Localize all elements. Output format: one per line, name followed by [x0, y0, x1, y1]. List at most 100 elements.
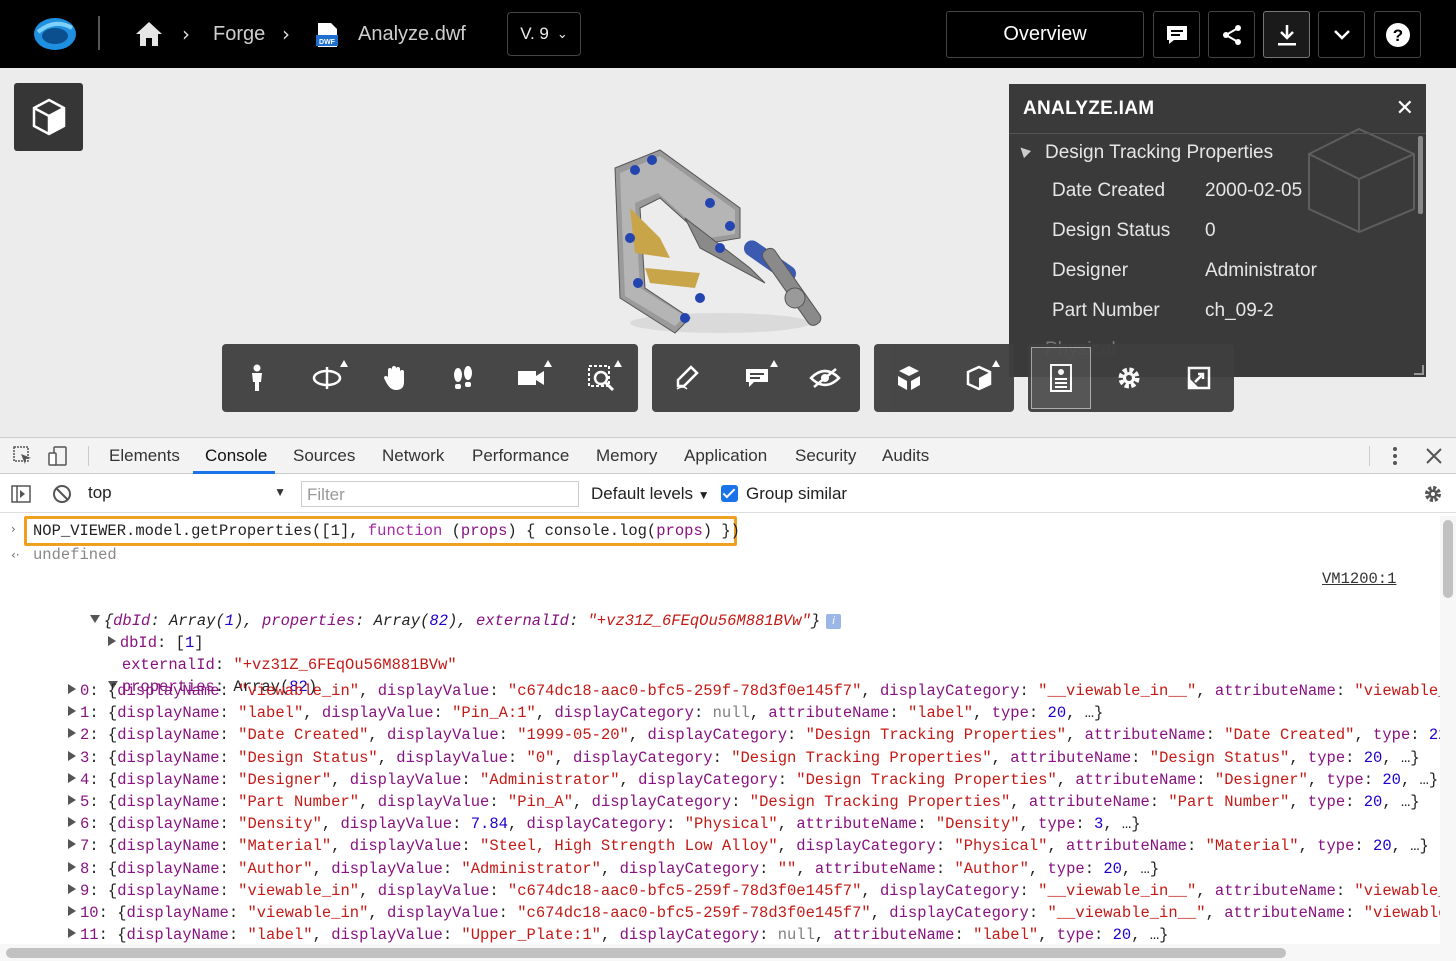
device-toolbar-icon[interactable]: [48, 446, 68, 466]
property-item-row[interactable]: 10: {displayName: "viewable_in", display…: [68, 904, 1440, 922]
property-category[interactable]: Design Tracking Properties: [1009, 140, 1426, 170]
expand-triangle-icon[interactable]: [68, 906, 76, 916]
property-item-row[interactable]: 6: {displayName: "Density", displayValue…: [68, 815, 1141, 833]
tab-application[interactable]: Application: [684, 446, 767, 466]
more-options-button[interactable]: [1318, 11, 1365, 58]
console-horizontal-scrollbar[interactable]: [0, 944, 1456, 961]
tab-sources[interactable]: Sources: [293, 446, 355, 466]
property-item-row[interactable]: 0: {displayName: "viewable_in", displayV…: [68, 682, 1440, 700]
explode-button[interactable]: [876, 344, 942, 412]
pan-button[interactable]: [362, 344, 428, 412]
tab-elements[interactable]: Elements: [109, 446, 180, 466]
sidebar-toggle-icon[interactable]: [11, 484, 31, 504]
help-button[interactable]: ?: [1374, 11, 1421, 58]
properties-panel[interactable]: ANALYZE.IAM ✕ Design Tracking Properties…: [1009, 84, 1426, 377]
expand-triangle-icon[interactable]: [68, 728, 76, 739]
markup-button[interactable]: [654, 344, 720, 412]
property-item-row[interactable]: 3: {displayName: "Design Status", displa…: [68, 749, 1420, 767]
close-icon[interactable]: [1424, 446, 1444, 466]
overview-button[interactable]: Overview: [946, 11, 1144, 58]
expand-triangle-icon[interactable]: [68, 883, 76, 894]
expand-triangle-icon[interactable]: [68, 706, 76, 717]
autodesk-logo-icon[interactable]: [32, 14, 78, 54]
expand-triangle-icon[interactable]: [68, 772, 76, 783]
context-selector[interactable]: top ▼: [88, 483, 286, 505]
property-name: Part Number: [1052, 300, 1160, 321]
scrollbar-thumb[interactable]: [6, 948, 1286, 958]
tab-console[interactable]: Console: [205, 446, 267, 466]
tab-audits[interactable]: Audits: [882, 446, 929, 466]
visibility-button[interactable]: [792, 344, 858, 412]
clear-console-icon[interactable]: [52, 484, 72, 504]
property-item-row[interactable]: 5: {displayName: "Part Number", displayV…: [68, 793, 1420, 811]
item-value: : {displayName: "viewable_in", displayVa…: [89, 682, 1440, 700]
property-item-row[interactable]: 4: {displayName: "Designer", displayValu…: [68, 771, 1438, 789]
comment-button[interactable]: [724, 344, 790, 412]
console-vertical-scrollbar[interactable]: [1440, 516, 1456, 944]
result-arrow-icon: ‹·: [11, 548, 20, 562]
property-item-row[interactable]: 2: {displayName: "Date Created", display…: [68, 726, 1440, 744]
group-similar-checkbox[interactable]: [721, 485, 738, 502]
comments-button[interactable]: [1153, 11, 1200, 58]
expand-triangle-icon[interactable]: [68, 684, 76, 694]
tab-performance[interactable]: Performance: [472, 446, 569, 466]
info-icon[interactable]: i: [826, 614, 842, 629]
property-row[interactable]: Designer Administrator: [1009, 260, 1426, 290]
expand-triangle-icon[interactable]: [68, 861, 76, 872]
expand-triangle-icon[interactable]: [68, 928, 76, 939]
tab-memory[interactable]: Memory: [596, 446, 657, 466]
scrollbar-thumb[interactable]: [1443, 520, 1453, 598]
property-item-row[interactable]: 7: {displayName: "Material", displayValu…: [68, 837, 1429, 855]
camera-button[interactable]: [498, 344, 564, 412]
group-similar-label: Group similar: [746, 484, 848, 503]
inspect-element-icon[interactable]: [13, 446, 33, 466]
properties-panel-header[interactable]: ANALYZE.IAM ✕: [1009, 84, 1426, 134]
expand-triangle-icon[interactable]: [68, 817, 76, 828]
console-result: undefined: [33, 546, 117, 564]
item-index: 3: [80, 748, 90, 767]
source-link[interactable]: VM1200:1: [1322, 570, 1396, 588]
item-value: : {displayName: "Designer", displayValue…: [89, 770, 1439, 789]
close-icon[interactable]: ✕: [1396, 96, 1414, 121]
property-row[interactable]: Part Number ch_09-2: [1009, 300, 1426, 330]
expand-triangle-icon[interactable]: [68, 839, 76, 850]
console-output[interactable]: › NOP_VIEWER.model.getProperties([1], fu…: [0, 514, 1440, 944]
prompt-chevron-icon: ›: [11, 522, 16, 536]
expand-triangle-icon[interactable]: [68, 795, 76, 805]
properties-scrollbar[interactable]: [1418, 136, 1423, 214]
console-command[interactable]: NOP_VIEWER.model.getProperties([1], func…: [33, 522, 740, 540]
download-button[interactable]: [1263, 11, 1310, 58]
expand-triangle-icon[interactable]: [68, 750, 76, 761]
fullscreen-button[interactable]: [1166, 344, 1232, 412]
property-item-row[interactable]: 11: {displayName: "label", displayValue:…: [68, 926, 1168, 944]
kebab-menu-icon[interactable]: [1385, 446, 1405, 466]
gear-icon[interactable]: [1423, 484, 1443, 504]
item-value: : {displayName: "label", displayValue: "…: [98, 926, 1169, 944]
property-row[interactable]: Design Status 0: [1009, 220, 1426, 250]
breadcrumb-forge[interactable]: Forge: [213, 23, 265, 46]
settings-button[interactable]: [1096, 344, 1162, 412]
model-browser-button[interactable]: [946, 344, 1012, 412]
version-dropdown[interactable]: V. 9 ⌄: [507, 12, 581, 56]
tab-security[interactable]: Security: [795, 446, 856, 466]
orbit-button[interactable]: [294, 344, 360, 412]
share-button[interactable]: [1208, 11, 1255, 58]
first-person-button[interactable]: [224, 344, 290, 412]
property-item-row[interactable]: 1: {displayName: "label", displayValue: …: [68, 704, 1103, 722]
property-item-row[interactable]: 8: {displayName: "Author", displayValue:…: [68, 860, 1159, 878]
log-levels-dropdown[interactable]: Default levels ▼: [591, 484, 710, 504]
home-view-button[interactable]: [14, 83, 83, 151]
breadcrumb-file[interactable]: Analyze.dwf: [358, 23, 466, 46]
tab-network[interactable]: Network: [382, 446, 444, 466]
property-item-row[interactable]: 9: {displayName: "viewable_in", displayV…: [68, 882, 1440, 900]
model-viewer[interactable]: ANALYZE.IAM ✕ Design Tracking Properties…: [0, 68, 1456, 437]
properties-button[interactable]: [1031, 347, 1091, 409]
property-row[interactable]: Date Created 2000-02-05: [1009, 180, 1426, 210]
collapse-triangle-icon[interactable]: [1016, 143, 1032, 159]
zoom-window-button[interactable]: [568, 344, 634, 412]
clamp-3d-model[interactable]: [590, 148, 850, 338]
home-icon[interactable]: [135, 21, 163, 47]
console-filter-input[interactable]: Filter: [301, 481, 579, 507]
resize-handle-icon[interactable]: [1414, 365, 1424, 375]
walk-button[interactable]: [430, 344, 496, 412]
